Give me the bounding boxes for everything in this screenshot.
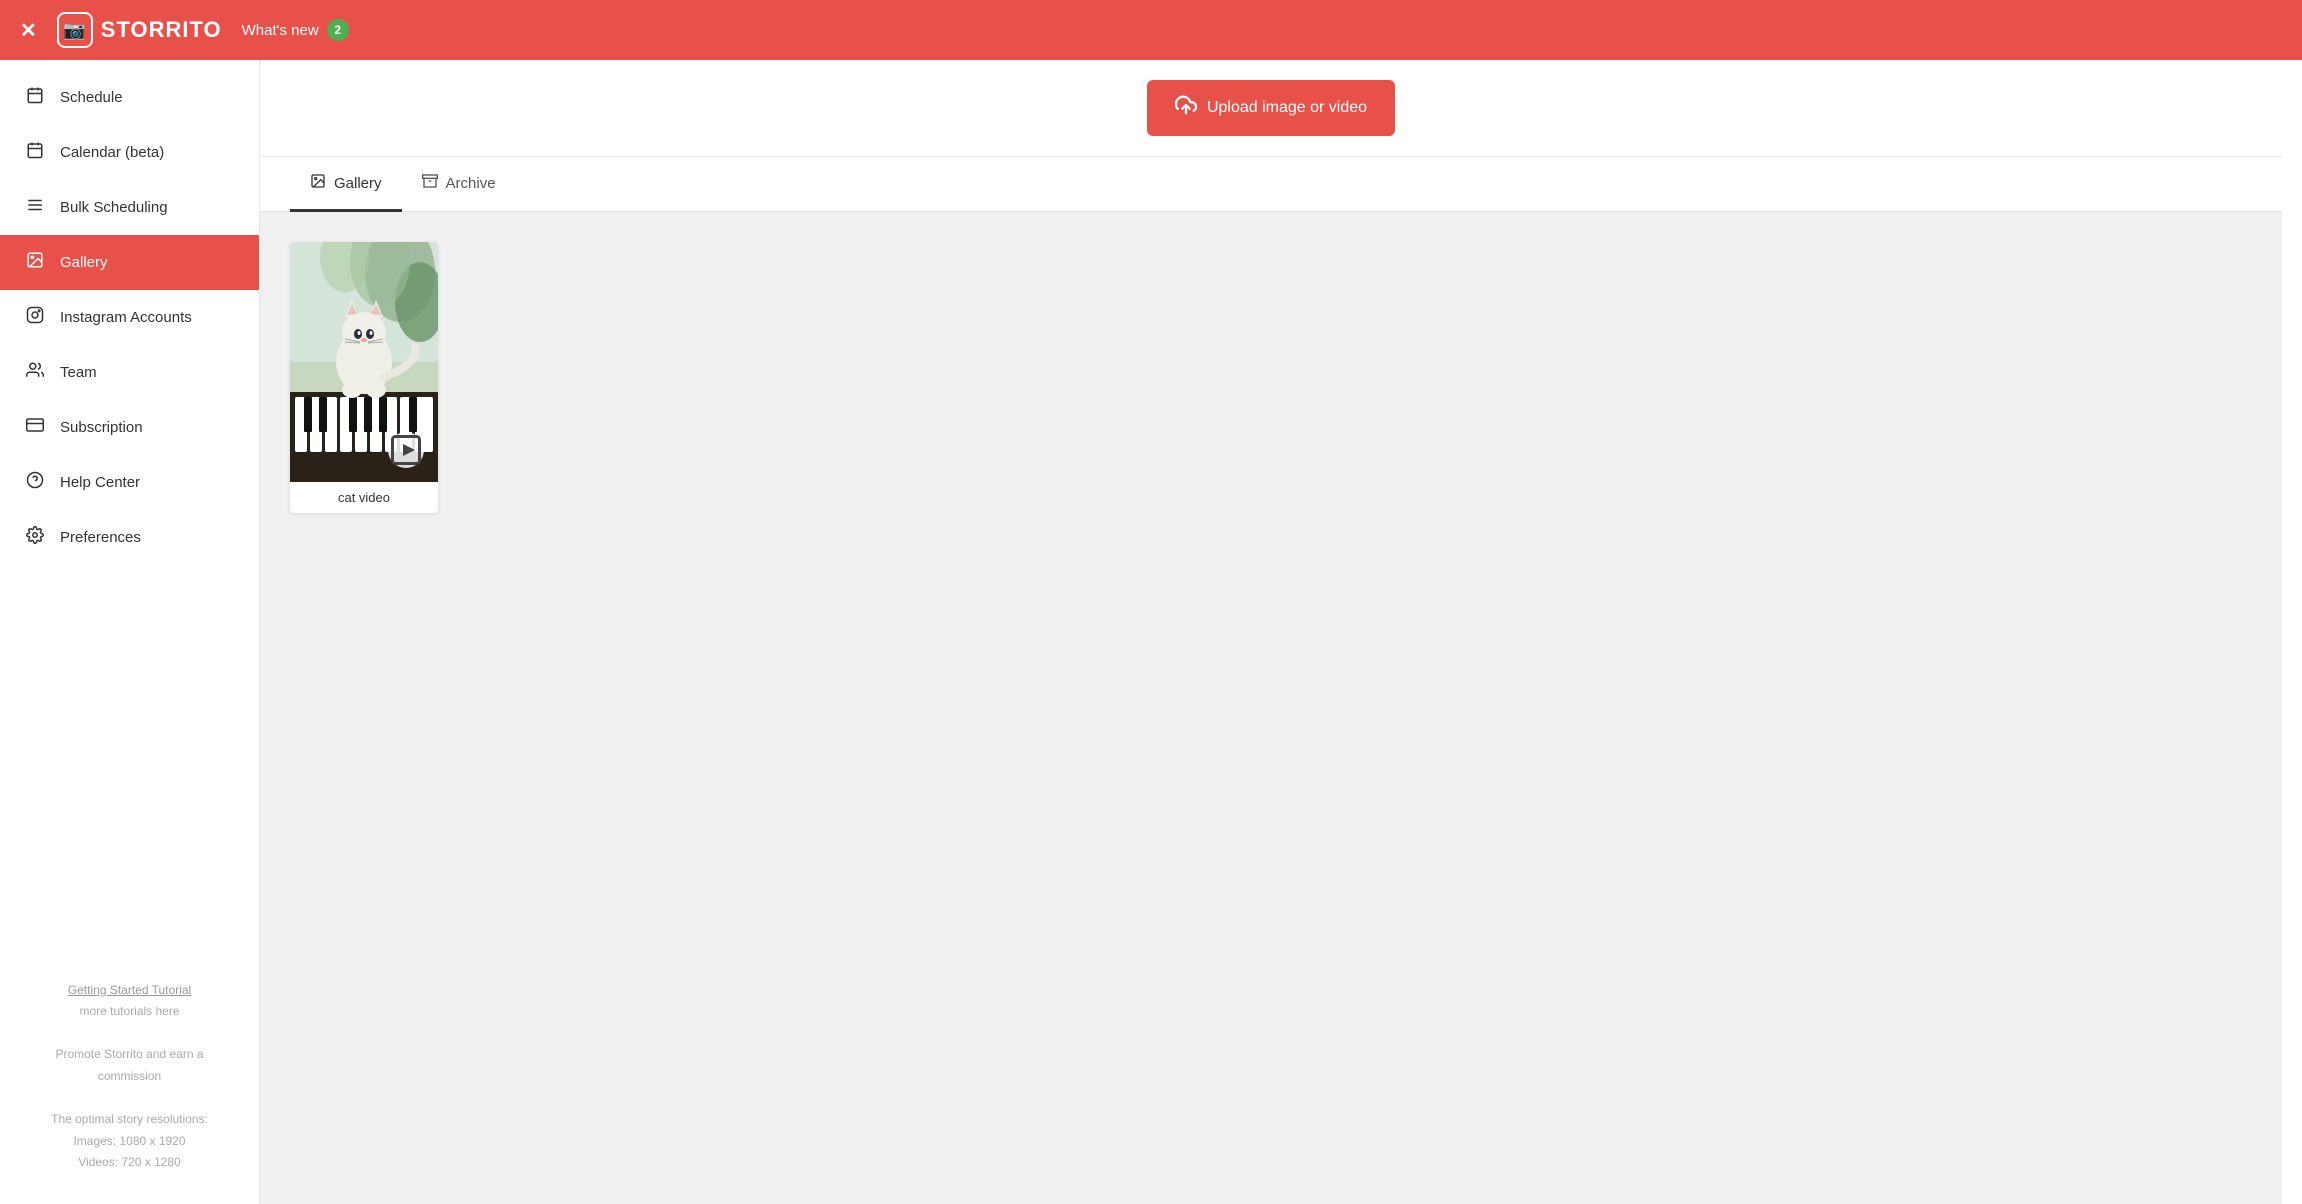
upload-button[interactable]: Upload image or video xyxy=(1147,80,1395,136)
gallery-grid: cat video xyxy=(290,242,2252,513)
bulk-scheduling-icon xyxy=(24,196,46,219)
help-center-icon xyxy=(24,471,46,494)
sidebar-item-label-calendar: Calendar (beta) xyxy=(60,144,164,161)
gallery-content: cat video xyxy=(260,212,2282,1204)
whats-new-button[interactable]: What's new 2 xyxy=(242,19,349,41)
sidebar-item-instagram-accounts[interactable]: Instagram Accounts xyxy=(0,290,259,345)
sidebar-item-subscription[interactable]: Subscription xyxy=(0,400,259,455)
media-card[interactable]: cat video xyxy=(290,242,438,513)
video-play-icon xyxy=(388,432,424,468)
main-content: Upload image or video Gallery Archive xyxy=(260,60,2282,1204)
instagram-accounts-icon xyxy=(24,306,46,329)
archive-tab-icon xyxy=(422,173,438,193)
logo-icon: 📷 xyxy=(57,12,93,48)
sidebar-item-label-help-center: Help Center xyxy=(60,474,140,491)
team-icon xyxy=(24,361,46,384)
sidebar-item-help-center[interactable]: Help Center xyxy=(0,455,259,510)
sidebar-item-label-team: Team xyxy=(60,364,97,381)
sidebar-item-label-bulk-scheduling: Bulk Scheduling xyxy=(60,199,168,216)
sidebar-footer: Getting Started Tutorial more tutorials … xyxy=(0,960,259,1194)
preferences-icon xyxy=(24,526,46,549)
archive-tab-label: Archive xyxy=(446,175,496,192)
sidebar-item-schedule[interactable]: Schedule xyxy=(0,70,259,125)
gallery-tab-label: Gallery xyxy=(334,175,382,192)
close-button[interactable]: ✕ xyxy=(20,18,37,43)
tabs-bar: Gallery Archive xyxy=(260,157,2282,212)
sidebar-item-label-instagram-accounts: Instagram Accounts xyxy=(60,309,192,326)
sidebar-item-bulk-scheduling[interactable]: Bulk Scheduling xyxy=(0,180,259,235)
media-thumbnail xyxy=(290,242,438,482)
sidebar-item-label-subscription: Subscription xyxy=(60,419,143,436)
resolution-videos: Videos: 720 x 1280 xyxy=(24,1152,235,1174)
whats-new-badge: 2 xyxy=(327,19,349,41)
logo-text: STORRITO xyxy=(101,17,222,43)
right-panel xyxy=(2282,60,2302,1204)
tab-archive[interactable]: Archive xyxy=(402,157,516,212)
sidebar-item-calendar[interactable]: Calendar (beta) xyxy=(0,125,259,180)
upload-icon xyxy=(1175,94,1197,122)
upload-button-label: Upload image or video xyxy=(1207,99,1367,117)
sidebar-item-team[interactable]: Team xyxy=(0,345,259,400)
resolution-title: The optimal story resolutions: xyxy=(24,1109,235,1131)
subscription-icon xyxy=(24,416,46,439)
sidebar-item-gallery[interactable]: Gallery xyxy=(0,235,259,290)
sidebar-item-label-gallery: Gallery xyxy=(60,254,108,271)
app-header: ✕ 📷 STORRITO What's new 2 xyxy=(0,0,2302,60)
whats-new-label: What's new xyxy=(242,22,319,39)
app-logo: 📷 STORRITO xyxy=(57,12,222,48)
sidebar-item-label-preferences: Preferences xyxy=(60,529,141,546)
sidebar-item-preferences[interactable]: Preferences xyxy=(0,510,259,565)
schedule-icon xyxy=(24,86,46,109)
sidebar-item-label-schedule: Schedule xyxy=(60,89,123,106)
calendar-icon xyxy=(24,141,46,164)
gallery-icon xyxy=(24,251,46,274)
app-body: Schedule Calendar (beta) Bulk Scheduling… xyxy=(0,60,2302,1204)
more-tutorials-text: more tutorials here xyxy=(24,1001,235,1023)
tab-gallery[interactable]: Gallery xyxy=(290,157,402,212)
media-caption: cat video xyxy=(290,482,438,513)
resolution-images: Images: 1080 x 1920 xyxy=(24,1131,235,1153)
sidebar: Schedule Calendar (beta) Bulk Scheduling… xyxy=(0,60,260,1204)
promote-text: Promote Storrito and earn a commission xyxy=(24,1044,235,1087)
upload-bar: Upload image or video xyxy=(260,60,2282,157)
gallery-tab-icon xyxy=(310,173,326,193)
getting-started-tutorial-link[interactable]: Getting Started Tutorial xyxy=(68,983,191,997)
